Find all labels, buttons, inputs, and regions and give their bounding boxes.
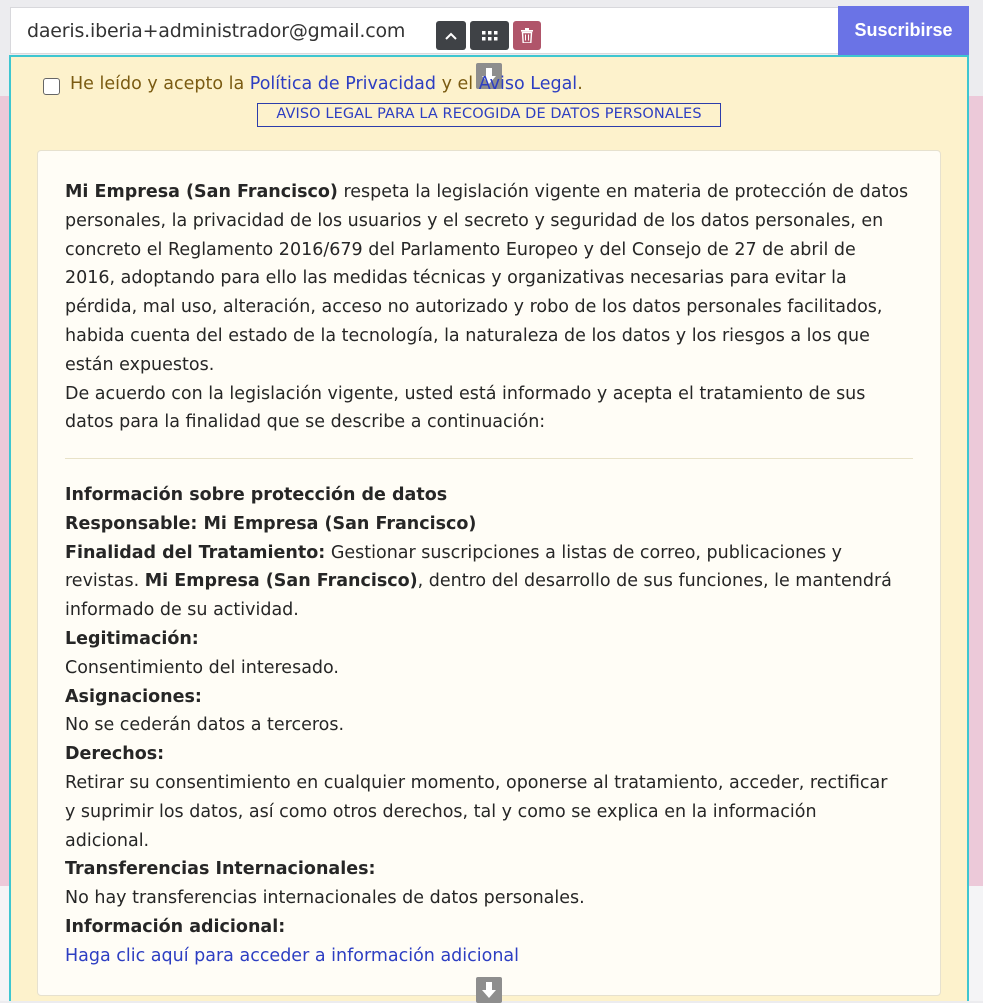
additional-info-link[interactable]: Haga clic aquí para acceder a informació… — [65, 946, 519, 966]
arrow-down-icon — [482, 982, 496, 998]
transfers-label: Transferencias Internacionales: — [65, 859, 376, 880]
grid-icon — [481, 30, 497, 40]
delete-button[interactable] — [513, 21, 541, 50]
assignments-label: Asignaciones: — [65, 686, 202, 707]
intro-paragraph: Mi Empresa (San Francisco) respeta la le… — [65, 182, 909, 433]
divider — [65, 458, 913, 459]
info-heading: Información sobre protección de datos — [65, 485, 448, 505]
chevron-up-icon — [445, 32, 457, 40]
subscribe-button[interactable]: Suscribirse — [838, 6, 969, 55]
move-up-button[interactable] — [436, 21, 466, 50]
consent-label: He leído y acepto la Política de Privaci… — [70, 74, 583, 94]
trash-icon — [521, 28, 533, 43]
responsible-line: Responsable: Mi Empresa (San Francisco) — [65, 513, 477, 534]
legal-notice-collection-link[interactable]: AVISO LEGAL PARA LA RECOGIDA DE DATOS PE… — [257, 103, 721, 127]
email-input[interactable]: daeris.iberia+administrador@gmail.com — [10, 7, 838, 54]
data-protection-info: Información sobre protección de datos Re… — [65, 485, 892, 966]
drag-handle-button[interactable] — [470, 21, 509, 50]
legal-notice-link[interactable]: Aviso Legal — [479, 74, 577, 94]
insert-below-arrow-bottom[interactable] — [476, 977, 502, 1003]
rights-label: Derechos: — [65, 744, 165, 765]
consent-checkbox[interactable] — [43, 78, 60, 95]
legitimation-label: Legitimación: — [65, 628, 199, 649]
company-name: Mi Empresa (San Francisco) — [65, 182, 338, 202]
privacy-policy-link[interactable]: Política de Privacidad — [250, 74, 436, 94]
additional-info-label: Información adicional: — [65, 916, 286, 937]
